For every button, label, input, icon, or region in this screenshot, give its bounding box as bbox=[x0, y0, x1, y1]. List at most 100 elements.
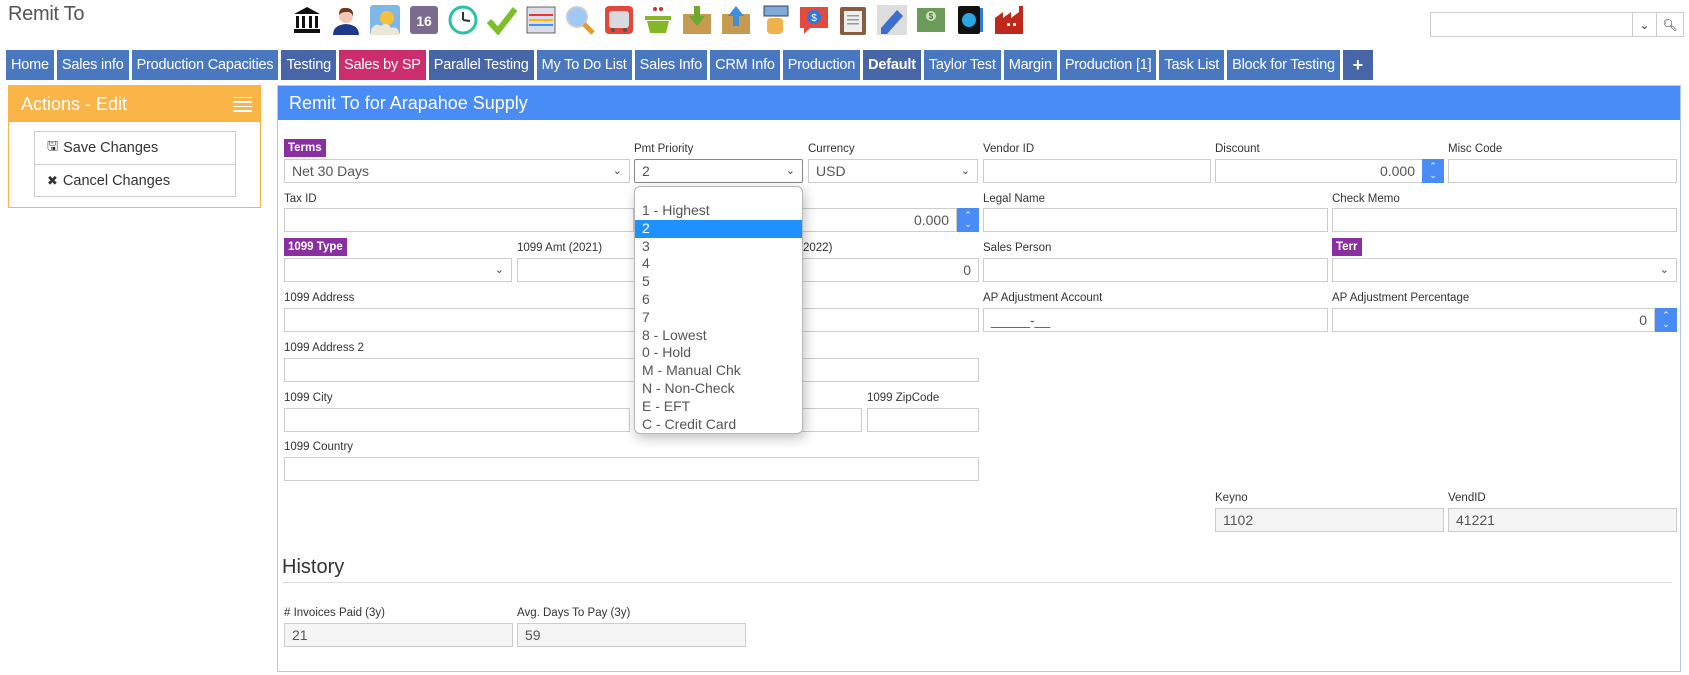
amt-1099-2021-label: 1099 Amt (2021) bbox=[517, 242, 603, 254]
money-icon[interactable]: $ bbox=[914, 2, 947, 38]
option-c-credit-card[interactable]: C - Credit Card bbox=[635, 416, 802, 434]
add-tab-button[interactable]: + bbox=[1342, 50, 1373, 80]
dollar-chat-icon[interactable]: $ bbox=[797, 2, 830, 38]
vendor-id-input[interactable] bbox=[983, 159, 1211, 183]
address2-1099-input[interactable] bbox=[284, 358, 979, 382]
discount-input[interactable]: 0.000 bbox=[1215, 159, 1423, 183]
option-1-highest[interactable]: 1 - Highest bbox=[635, 202, 802, 220]
option-5[interactable]: 5 bbox=[635, 273, 802, 291]
city-1099-input[interactable] bbox=[284, 408, 630, 432]
magnifier-icon[interactable] bbox=[563, 2, 596, 38]
tab-task-list[interactable]: Task List bbox=[1159, 50, 1225, 80]
tax-id-input[interactable] bbox=[284, 208, 634, 232]
misc-code-label: Misc Code bbox=[1448, 143, 1503, 155]
terr-select[interactable]: ⌄ bbox=[1332, 258, 1677, 282]
svg-text:$: $ bbox=[811, 13, 817, 24]
amt-1099-2022-input[interactable]: 0 bbox=[790, 258, 979, 282]
check-memo-label: Check Memo bbox=[1332, 193, 1400, 205]
outbox-upload-icon[interactable] bbox=[719, 2, 752, 38]
time-tablet-icon[interactable] bbox=[953, 2, 986, 38]
type-1099-select[interactable]: ⌄ bbox=[284, 258, 512, 282]
ap-adj-percentage-spinner[interactable]: ⌃ ⌄ bbox=[1655, 308, 1677, 332]
calendar-icon[interactable]: 16 bbox=[407, 2, 440, 38]
vendid-label: VendID bbox=[1448, 492, 1486, 504]
pencil-icon[interactable] bbox=[875, 2, 908, 38]
check-memo-input[interactable] bbox=[1332, 208, 1677, 232]
tab-margin[interactable]: Margin bbox=[1003, 50, 1057, 80]
ap-adj-account-input[interactable]: _____-__ bbox=[983, 308, 1328, 332]
factory-icon[interactable] bbox=[992, 2, 1025, 38]
tab-sales-info-2[interactable]: Sales Info bbox=[634, 50, 708, 80]
pmt-priority-select[interactable]: 2 ⌄ bbox=[634, 159, 803, 183]
terms-label: Terms bbox=[284, 139, 326, 157]
address-1099-label: 1099 Address bbox=[284, 292, 355, 304]
country-1099-input[interactable] bbox=[284, 457, 979, 481]
user-icon[interactable] bbox=[329, 2, 362, 38]
truck-icon[interactable] bbox=[602, 2, 635, 38]
actions-header: Actions - Edit bbox=[9, 86, 260, 122]
cancel-changes-label: Cancel Changes bbox=[62, 172, 171, 189]
amt-1099-2021-input[interactable] bbox=[517, 258, 637, 282]
option-2[interactable]: 2 bbox=[635, 219, 802, 238]
clock-icon[interactable] bbox=[446, 2, 479, 38]
terms-select[interactable]: Net 30 Days ⌄ bbox=[284, 159, 630, 183]
misc-code-input[interactable] bbox=[1448, 159, 1677, 183]
tab-default[interactable]: Default bbox=[863, 50, 921, 80]
hand-alert-icon[interactable] bbox=[758, 2, 791, 38]
tab-taylor-test[interactable]: Taylor Test bbox=[923, 50, 1001, 80]
search-icon[interactable]: 🔍︎ bbox=[1656, 13, 1683, 36]
tab-crm-info[interactable]: CRM Info bbox=[710, 50, 780, 80]
pmt-priority-dropdown: 1 - Highest 2 3 4 5 6 7 8 - Lowest 0 - H… bbox=[634, 186, 803, 434]
tab-parallel-testing[interactable]: Parallel Testing bbox=[428, 50, 534, 80]
tab-home[interactable]: Home bbox=[6, 50, 54, 80]
ap-adj-percentage-input[interactable]: 0 bbox=[1332, 308, 1655, 332]
tab-production[interactable]: Production bbox=[782, 50, 861, 80]
tab-block-for-testing[interactable]: Block for Testing bbox=[1227, 50, 1340, 80]
currency-select[interactable]: USD ⌄ bbox=[808, 159, 978, 183]
tab-production-1[interactable]: Production [1] bbox=[1059, 50, 1157, 80]
tab-sales-info[interactable]: Sales info bbox=[56, 50, 129, 80]
option-4[interactable]: 4 bbox=[635, 255, 802, 273]
tab-production-capacities[interactable]: Production Capacities bbox=[131, 50, 279, 80]
basket-icon[interactable] bbox=[641, 2, 674, 38]
tab-my-to-do-list[interactable]: My To Do List bbox=[536, 50, 632, 80]
checkmark-icon[interactable] bbox=[485, 2, 518, 38]
toolbar: 16 $ $ bbox=[290, 2, 1025, 40]
search-dropdown-chevron-icon[interactable]: ⌄ bbox=[1632, 13, 1656, 36]
option-6[interactable]: 6 bbox=[635, 291, 802, 309]
legal-name-label: Legal Name bbox=[983, 193, 1046, 205]
weather-icon[interactable] bbox=[368, 2, 401, 38]
cancel-changes-button[interactable]: ✖ Cancel Changes bbox=[35, 164, 235, 196]
ap-adj-account-label: AP Adjustment Account bbox=[983, 292, 1103, 304]
option-0-hold[interactable]: 0 - Hold bbox=[635, 344, 802, 362]
schedule-board-icon[interactable] bbox=[524, 2, 557, 38]
action-list: 🖫︎ Save Changes ✖ Cancel Changes bbox=[34, 131, 236, 197]
sales-person-input[interactable] bbox=[983, 258, 1328, 282]
discount-spinner[interactable]: ⌃ ⌄ bbox=[1422, 159, 1444, 183]
address2-1099-label: 1099 Address 2 bbox=[284, 342, 364, 354]
search-input[interactable] bbox=[1431, 13, 1632, 36]
numeric-spinner[interactable]: ⌃ ⌄ bbox=[957, 208, 979, 232]
ap-adj-percentage-label: AP Adjustment Percentage bbox=[1332, 292, 1470, 304]
country-1099-label: 1099 Country bbox=[284, 441, 354, 453]
option-7[interactable]: 7 bbox=[635, 309, 802, 327]
inbox-download-icon[interactable] bbox=[680, 2, 713, 38]
option-m-manual-chk[interactable]: M - Manual Chk bbox=[635, 362, 802, 380]
bank-icon[interactable] bbox=[290, 2, 323, 38]
terr-label: Terr bbox=[1332, 238, 1362, 256]
tab-testing[interactable]: Testing bbox=[281, 50, 336, 80]
option-3[interactable]: 3 bbox=[635, 238, 802, 256]
hamburger-menu-icon[interactable] bbox=[233, 94, 252, 115]
global-search: ⌄ 🔍︎ bbox=[1430, 12, 1684, 37]
legal-name-input[interactable] bbox=[983, 208, 1328, 232]
option-n-non-check[interactable]: N - Non-Check bbox=[635, 380, 802, 398]
save-changes-button[interactable]: 🖫︎ Save Changes bbox=[35, 132, 235, 164]
pmt-priority-label: Pmt Priority bbox=[634, 143, 694, 155]
option-8-lowest[interactable]: 8 - Lowest bbox=[635, 327, 802, 345]
clipboard-icon[interactable] bbox=[836, 2, 869, 38]
zip-1099-input[interactable] bbox=[867, 408, 979, 432]
address-1099-input[interactable] bbox=[284, 308, 979, 332]
tab-sales-by-sp[interactable]: Sales by SP bbox=[338, 50, 426, 80]
numeric-input[interactable]: 0.000 bbox=[790, 208, 957, 232]
option-e-eft[interactable]: E - EFT bbox=[635, 398, 802, 416]
